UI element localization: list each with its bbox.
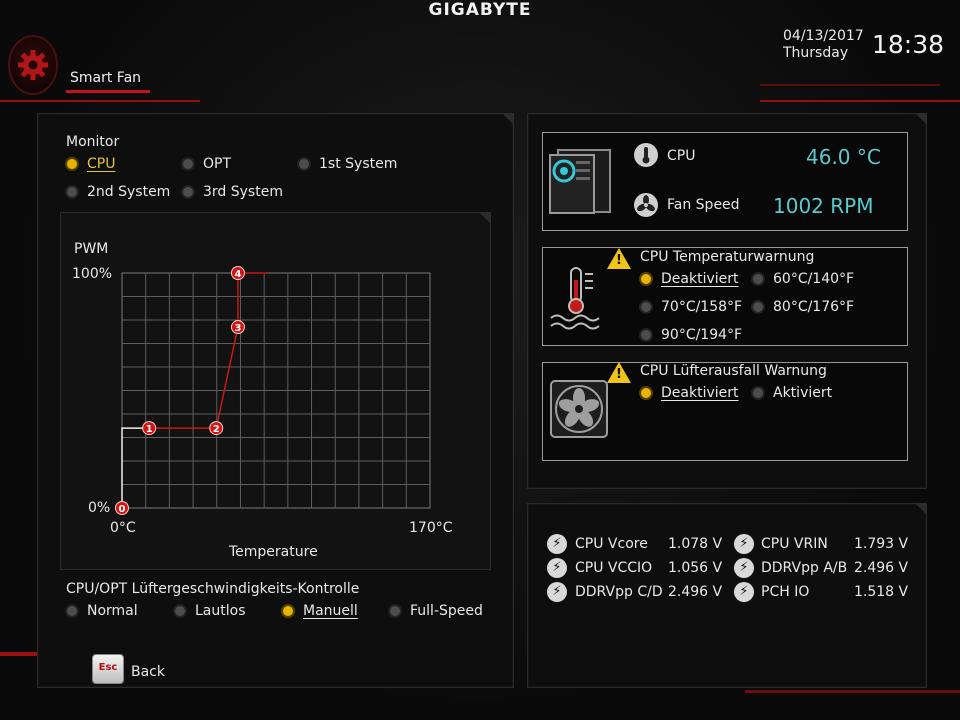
- cpu-temp-value: 46.0 °C: [806, 145, 881, 169]
- back-button[interactable]: Back: [131, 664, 165, 680]
- radio-normal[interactable]: [67, 606, 77, 616]
- radio-temp-90[interactable]: [641, 330, 651, 340]
- chart-point: 4: [230, 266, 245, 280]
- temp-warning-title: CPU Temperaturwarnung: [640, 249, 815, 265]
- temp-option-90[interactable]: 90°C/194°F: [661, 327, 742, 343]
- radio-manuell[interactable]: [283, 606, 293, 616]
- temp-option-60[interactable]: 60°C/140°F: [773, 271, 854, 287]
- voltage-panel-corner: [915, 503, 927, 515]
- chart-point: 0: [115, 501, 129, 515]
- pc-case-icon: [546, 147, 614, 219]
- fan-control-label: CPU/OPT Lüftergeschwindigkeits-Kontrolle: [66, 581, 360, 597]
- voltage-value: 1.518 V: [854, 584, 909, 600]
- voltage-value: 2.496 V: [854, 560, 909, 576]
- esc-key-icon[interactable]: Esc: [92, 654, 124, 684]
- chart-point-label: 4: [234, 269, 241, 280]
- lightning-icon: ⚡: [547, 558, 567, 578]
- control-option-manuell[interactable]: Manuell: [303, 603, 358, 619]
- radio-lautlos[interactable]: [175, 606, 185, 616]
- lightning-icon: ⚡: [734, 558, 754, 578]
- status-panel-corner: [915, 113, 927, 125]
- radio-temp-deaktiviert[interactable]: [641, 274, 651, 284]
- voltage-value: 1.793 V: [854, 536, 909, 552]
- chart-baseline-segment: [121, 427, 150, 508]
- lightning-icon: ⚡: [547, 534, 567, 554]
- temp-option-deaktiviert[interactable]: Deaktiviert: [661, 271, 739, 287]
- temp-option-70[interactable]: 70°C/158°F: [661, 299, 742, 315]
- chart-point-label: 3: [234, 323, 241, 334]
- chart-point-label: 1: [146, 424, 153, 435]
- thermometer-icon: [633, 142, 659, 172]
- temp-option-80[interactable]: 80°C/176°F: [773, 299, 854, 315]
- fan-option-deaktiviert[interactable]: Deaktiviert: [661, 385, 739, 401]
- fan-fail-warning-title: CPU Lüfterausfall Warnung: [640, 363, 827, 379]
- voltage-name: CPU VRIN: [761, 536, 828, 552]
- voltage-name: CPU VCCIO: [575, 560, 653, 576]
- voltage-name: DDRVpp A/B: [761, 560, 848, 576]
- fan-option-aktiviert[interactable]: Aktiviert: [773, 385, 832, 401]
- radio-temp-70[interactable]: [641, 302, 651, 312]
- chart-point-label: 0: [119, 504, 126, 515]
- voltage-value: 1.056 V: [668, 560, 723, 576]
- fan-speed-label: Fan Speed: [667, 197, 740, 213]
- temp-warning-icon: [607, 248, 631, 269]
- voltage-name: CPU Vcore: [575, 536, 648, 552]
- control-option-normal[interactable]: Normal: [87, 603, 138, 619]
- chart-point: 2: [209, 421, 224, 436]
- voltage-value: 2.496 V: [668, 584, 723, 600]
- radio-temp-60[interactable]: [753, 274, 763, 284]
- temperature-water-icon: [549, 266, 605, 336]
- chart-grid: [121, 272, 431, 509]
- voltage-value: 1.078 V: [668, 536, 723, 552]
- lightning-icon: ⚡: [734, 534, 754, 554]
- cpu-temp-label: CPU: [667, 148, 696, 164]
- lightning-icon: ⚡: [734, 582, 754, 602]
- case-fan-icon: [550, 380, 608, 442]
- voltage-name: DDRVpp C/D: [575, 584, 663, 600]
- control-option-lautlos[interactable]: Lautlos: [195, 603, 246, 619]
- radio-fan-deaktiviert[interactable]: [641, 388, 651, 398]
- fan-icon: [633, 192, 659, 222]
- chart-point: 1: [142, 421, 157, 436]
- radio-temp-80[interactable]: [753, 302, 763, 312]
- control-option-full-speed[interactable]: Full-Speed: [410, 603, 483, 619]
- fan-fail-warning-icon: [607, 362, 631, 383]
- fan-speed-value: 1002 RPM: [773, 194, 874, 218]
- chart-point: 3: [230, 320, 245, 335]
- radio-full-speed[interactable]: [390, 606, 400, 616]
- lightning-icon: ⚡: [547, 582, 567, 602]
- radio-fan-aktiviert[interactable]: [753, 388, 763, 398]
- chart-point-label: 2: [213, 424, 220, 435]
- voltage-name: PCH IO: [761, 584, 810, 600]
